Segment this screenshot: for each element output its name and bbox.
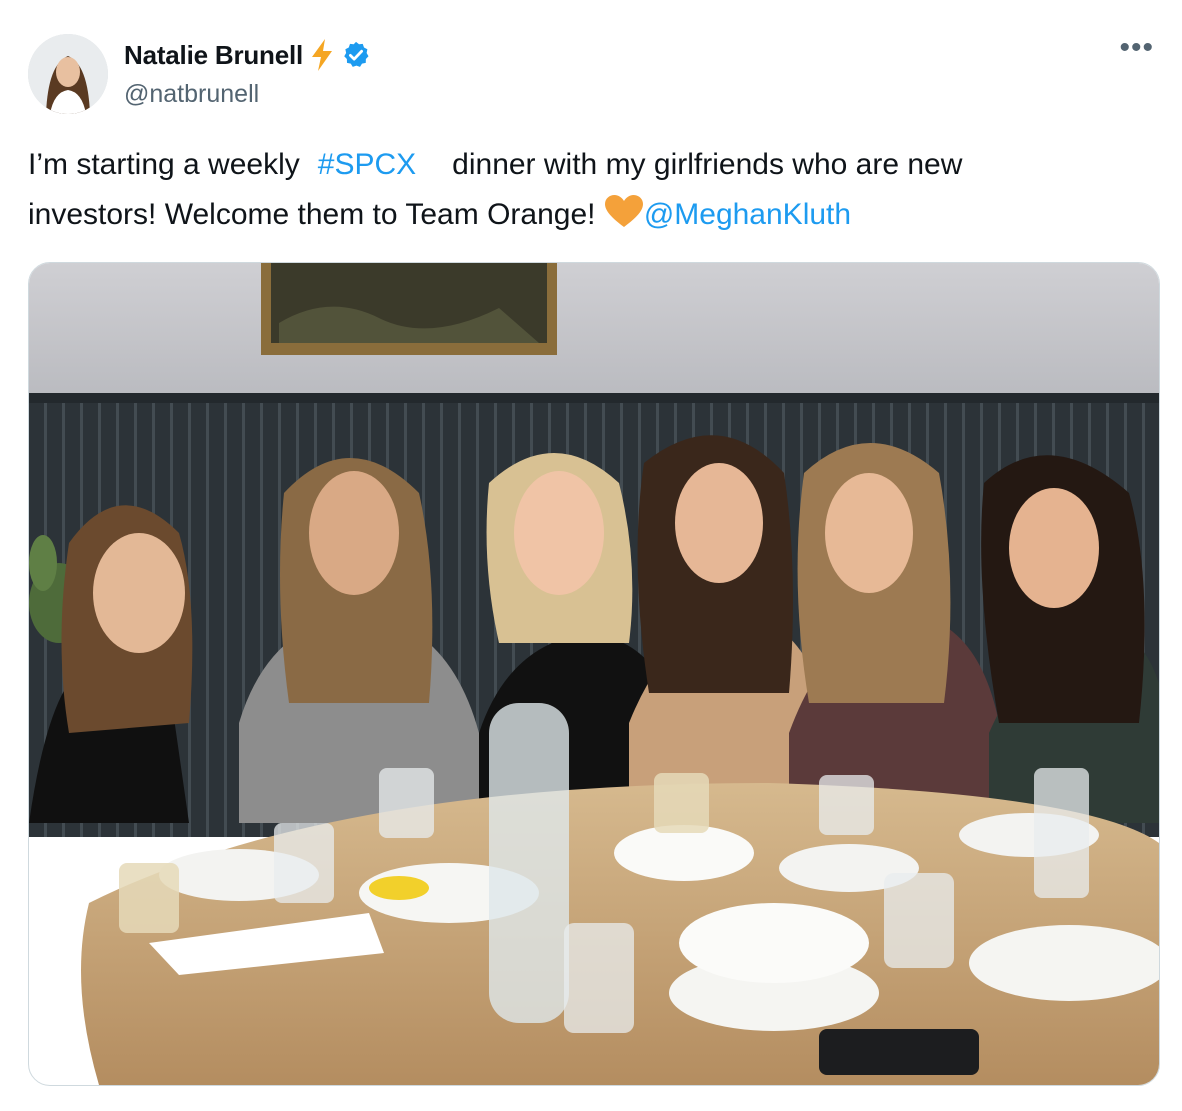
hashtag-link[interactable]: #SPCX: [318, 148, 416, 181]
tweet-text-segment: I’m starting a weekly: [28, 148, 300, 181]
author-name[interactable]: Natalie Brunell: [124, 40, 303, 71]
more-options-icon[interactable]: •••: [1119, 33, 1154, 63]
tweet-header: Natalie Brunell @natbrunell •••: [28, 32, 1158, 116]
tweet-photo[interactable]: [28, 262, 1160, 1086]
verified-badge-icon: [344, 41, 369, 67]
mention-link[interactable]: @MeghanKluth: [644, 198, 851, 231]
wall-painting: [261, 263, 557, 355]
tweet-text-segment: investors! Welcome them to Team Orange!: [28, 198, 596, 231]
author-handle[interactable]: @natbrunell: [124, 80, 259, 109]
lightning-icon: [312, 39, 333, 71]
avatar[interactable]: [28, 34, 108, 114]
tweet-text: I’m starting a weekly #SPCX dinner with my…: [28, 140, 1138, 240]
tweet-text-segment: dinner with my girlfriends who are new: [452, 148, 963, 181]
orange-heart-icon: [604, 195, 643, 227]
